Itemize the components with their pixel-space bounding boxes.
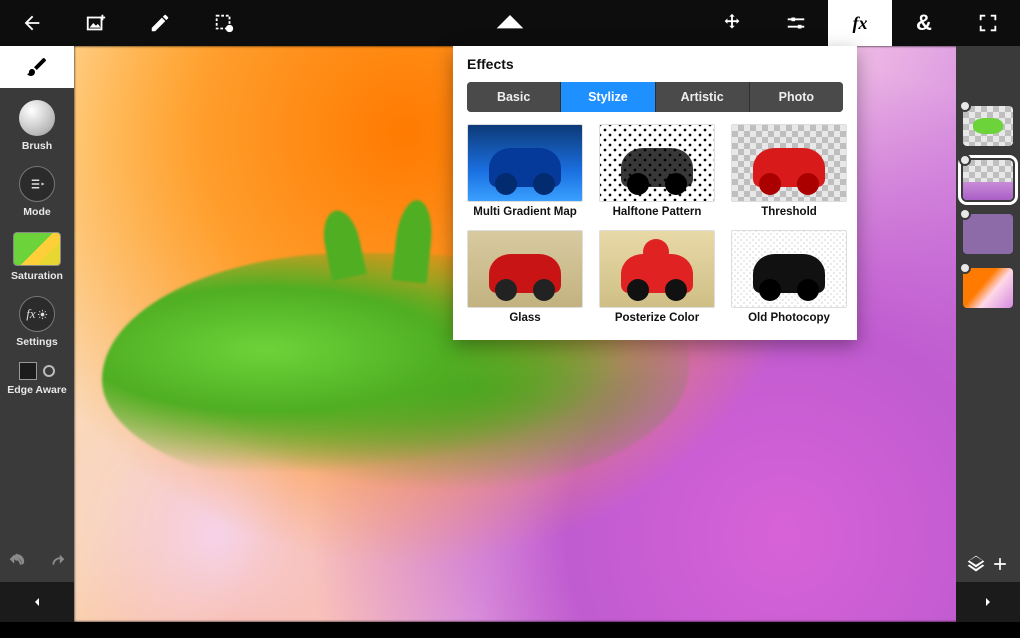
edge-aware-icon	[19, 362, 55, 380]
add-image-button[interactable]	[64, 0, 128, 46]
effect-item-5[interactable]: Old Photocopy	[731, 230, 847, 324]
effect-label: Multi Gradient Map	[473, 206, 577, 218]
effects-tab-photo[interactable]: Photo	[750, 82, 843, 112]
effects-title: Effects	[467, 56, 843, 72]
effects-tab-bar: Basic Stylize Artistic Photo	[467, 82, 843, 112]
layer-visibility-icon[interactable]	[959, 208, 971, 220]
effects-button[interactable]: fx	[828, 0, 892, 46]
undo-button[interactable]	[6, 550, 28, 572]
settings-icon: fx	[19, 296, 55, 332]
layers-button[interactable]	[966, 554, 986, 574]
panel-expand-button[interactable]	[478, 0, 542, 46]
fx-icon: fx	[853, 13, 868, 34]
app-root: fx & Brush Mode	[0, 0, 1020, 638]
brush-label: Brush	[22, 140, 52, 152]
effects-tab-basic[interactable]: Basic	[467, 82, 561, 112]
layer-thumb-1[interactable]	[963, 160, 1013, 200]
effect-thumb	[467, 230, 583, 308]
layer-visibility-icon[interactable]	[959, 262, 971, 274]
mode-icon	[19, 166, 55, 202]
effect-thumb	[599, 124, 715, 202]
effect-item-2[interactable]: Threshold	[731, 124, 847, 218]
adjustments-button[interactable]	[764, 0, 828, 46]
brush-icon	[25, 55, 49, 79]
effect-thumb	[731, 124, 847, 202]
effect-label: Threshold	[761, 206, 817, 218]
effect-item-4[interactable]: Posterize Color	[599, 230, 715, 324]
saturation-label: Saturation	[11, 270, 63, 282]
arrow-left-icon	[21, 12, 43, 34]
right-sidebar	[956, 46, 1020, 622]
ampersand-button[interactable]: &	[892, 0, 956, 46]
edge-aware-tool[interactable]: Edge Aware	[0, 358, 74, 402]
layer-visibility-icon[interactable]	[959, 100, 971, 112]
chevron-left-icon	[29, 594, 45, 610]
layer-thumb-0[interactable]	[963, 106, 1013, 146]
mode-tool[interactable]: Mode	[0, 162, 74, 224]
pencil-button[interactable]	[128, 0, 192, 46]
effect-label: Glass	[509, 312, 540, 324]
pencil-icon	[149, 12, 171, 34]
image-plus-icon	[85, 12, 107, 34]
brush-size-icon	[19, 100, 55, 136]
brush-tool[interactable]: Brush	[0, 96, 74, 158]
move-icon	[721, 12, 743, 34]
layer-thumb-2[interactable]	[963, 214, 1013, 254]
edge-aware-label: Edge Aware	[7, 384, 67, 396]
saturation-tool[interactable]: Saturation	[0, 228, 74, 288]
settings-label: Settings	[16, 336, 57, 348]
layer-visibility-icon[interactable]	[959, 154, 971, 166]
saturation-icon	[13, 232, 61, 266]
redo-button[interactable]	[46, 550, 68, 572]
transform-button[interactable]	[700, 0, 764, 46]
effect-item-3[interactable]: Glass	[467, 230, 583, 324]
effects-grid: Multi Gradient Map Halftone Pattern Thresh…	[467, 124, 843, 324]
selection-button[interactable]	[192, 0, 256, 46]
layer-thumb-3[interactable]	[963, 268, 1013, 308]
effect-item-0[interactable]: Multi Gradient Map	[467, 124, 583, 218]
fullscreen-icon	[977, 12, 999, 34]
effects-panel: Effects Basic Stylize Artistic Photo Mul…	[453, 46, 857, 340]
effect-label: Old Photocopy	[748, 312, 830, 324]
chevron-right-icon	[980, 594, 996, 610]
effect-label: Halftone Pattern	[613, 206, 702, 218]
back-button[interactable]	[0, 0, 64, 46]
left-collapse-button[interactable]	[0, 582, 74, 622]
effect-thumb	[467, 124, 583, 202]
effects-tab-stylize[interactable]: Stylize	[561, 82, 655, 112]
right-collapse-button[interactable]	[956, 582, 1020, 622]
brush-tab[interactable]	[0, 46, 74, 88]
ampersand-icon: &	[916, 10, 932, 36]
add-layer-button[interactable]	[990, 554, 1010, 574]
sliders-icon	[785, 12, 807, 34]
effect-thumb	[599, 230, 715, 308]
effect-thumb	[731, 230, 847, 308]
left-sidebar: Brush Mode Saturation fx Settings	[0, 46, 74, 622]
selection-gear-icon	[213, 12, 235, 34]
fullscreen-button[interactable]	[956, 0, 1020, 46]
effects-tab-artistic[interactable]: Artistic	[656, 82, 750, 112]
mode-label: Mode	[23, 206, 50, 218]
settings-tool[interactable]: fx Settings	[0, 292, 74, 354]
effect-label: Posterize Color	[615, 312, 699, 324]
effect-item-1[interactable]: Halftone Pattern	[599, 124, 715, 218]
system-bar	[0, 622, 1020, 638]
top-toolbar: fx &	[0, 0, 1020, 46]
